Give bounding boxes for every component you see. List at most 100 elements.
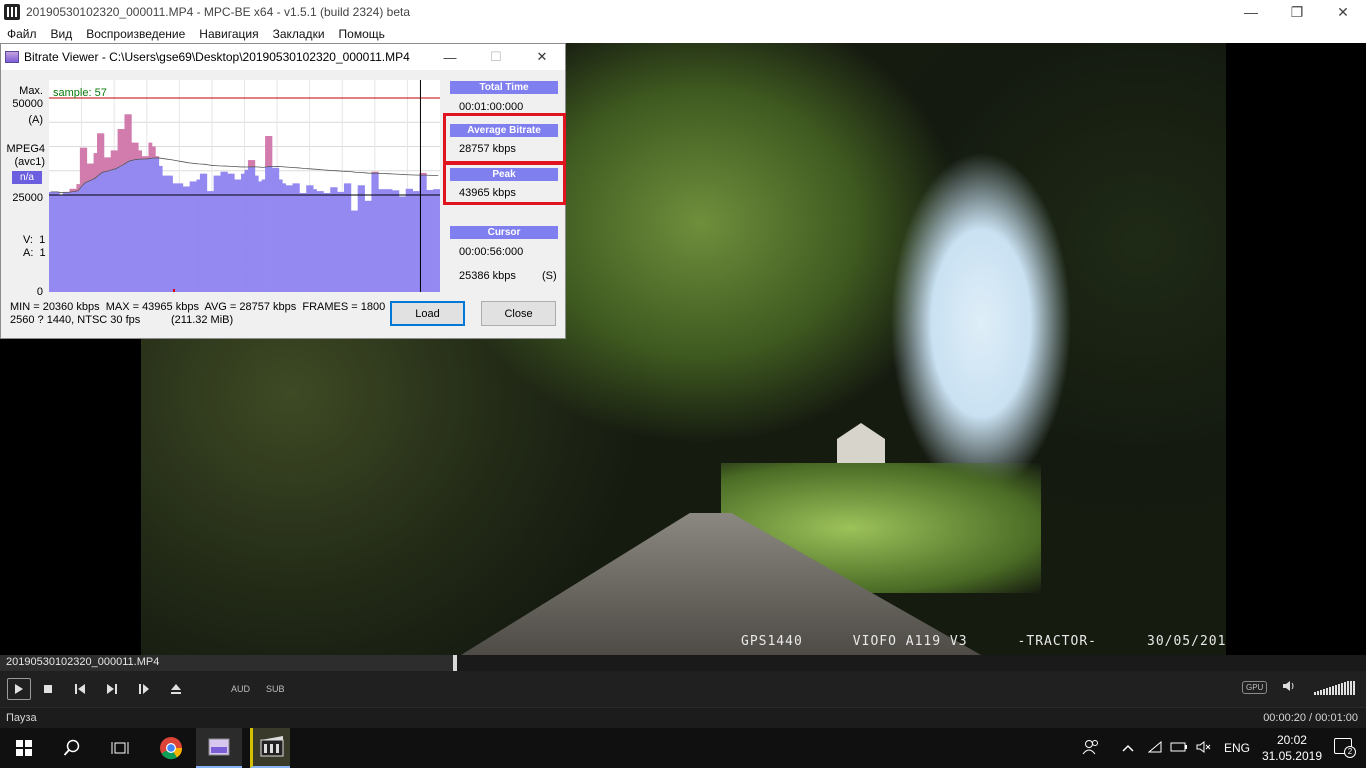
close-button[interactable]: ✕ bbox=[1320, 0, 1366, 24]
status-state: Пауза bbox=[6, 712, 37, 724]
average-bitrate-header: Average Bitrate bbox=[450, 124, 558, 137]
bitrate-bar bbox=[391, 190, 396, 292]
bitrate-bar bbox=[422, 175, 427, 292]
bitrate-bar bbox=[117, 166, 122, 292]
format-line: 2560 ? 1440, NTSC 30 fps bbox=[10, 314, 141, 326]
video-osd-overlay: GPS1440 VIOFO A119 V3 -TRACTOR- 30/05/2019 … bbox=[741, 634, 1226, 649]
task-view-button[interactable] bbox=[96, 728, 144, 768]
bitrate-bar bbox=[337, 191, 341, 292]
language-indicator[interactable]: ENG bbox=[1224, 741, 1250, 755]
menu-playback[interactable]: Воспроизведение bbox=[79, 27, 192, 41]
bitrate-bar bbox=[145, 158, 149, 292]
bitrate-bar bbox=[371, 173, 376, 292]
bitrate-viewer-app-icon bbox=[208, 738, 230, 756]
taskbar-clock[interactable]: 20:02 31.05.2019 bbox=[1262, 732, 1322, 764]
bitrate-bar-peak bbox=[86, 163, 91, 182]
seek-thumb[interactable] bbox=[452, 655, 457, 671]
bitrate-bar-peak bbox=[251, 160, 256, 167]
bv-close-dialog-button[interactable]: Close bbox=[481, 301, 556, 326]
na-badge: n/a bbox=[12, 171, 42, 184]
people-icon[interactable] bbox=[1082, 739, 1100, 758]
bitrate-bar bbox=[367, 200, 372, 292]
file-size: (211.32 MiB) bbox=[171, 314, 234, 326]
bitrate-bar bbox=[381, 189, 386, 292]
clock-date: 31.05.2019 bbox=[1261, 749, 1322, 763]
stop-icon bbox=[44, 685, 52, 693]
bitrate-bar bbox=[134, 159, 139, 292]
bv-minimize-button[interactable]: — bbox=[427, 44, 473, 70]
bv-close-button[interactable]: ✕ bbox=[519, 44, 565, 70]
bitrate-bar bbox=[182, 186, 187, 292]
subtitle-track-button[interactable]: SUB bbox=[266, 684, 285, 694]
taskbar-bitrate-viewer[interactable] bbox=[196, 728, 242, 768]
stop-button[interactable] bbox=[33, 677, 63, 701]
bitrate-bar-peak bbox=[121, 129, 125, 166]
play-button[interactable] bbox=[7, 678, 31, 700]
menu-file[interactable]: Файл bbox=[0, 27, 44, 41]
menu-navigation[interactable]: Навигация bbox=[192, 27, 265, 41]
taskbar-chrome[interactable] bbox=[148, 728, 194, 768]
cursor-header: Cursor bbox=[450, 226, 558, 239]
minimize-button[interactable]: — bbox=[1228, 0, 1274, 24]
bitrate-bar bbox=[189, 181, 194, 292]
main-window-controls: — ❐ ✕ bbox=[1228, 0, 1366, 24]
codec-sub-label: (avc1) bbox=[14, 156, 45, 168]
bitrate-bar bbox=[340, 191, 345, 292]
bitrate-bar bbox=[347, 183, 352, 292]
next-button[interactable] bbox=[97, 677, 127, 701]
taskbar: ENG 20:02 31.05.2019 2 bbox=[0, 728, 1366, 768]
bitrate-bar bbox=[265, 166, 269, 292]
load-button[interactable]: Load bbox=[390, 301, 465, 326]
bitrate-bar bbox=[124, 162, 129, 292]
frame-step-icon bbox=[139, 684, 149, 694]
bitrate-bar bbox=[138, 159, 143, 292]
bitrate-bar-peak bbox=[107, 157, 112, 171]
bitrate-bar bbox=[237, 179, 242, 292]
restore-button[interactable]: ❐ bbox=[1274, 0, 1320, 24]
bitrate-bar bbox=[217, 175, 221, 292]
bitrate-bar bbox=[103, 171, 108, 292]
bitrate-viewer-icon bbox=[5, 51, 19, 63]
sample-label: sample: 57 bbox=[53, 87, 107, 99]
menu-view[interactable]: Вид bbox=[44, 27, 80, 41]
bitrate-bar bbox=[395, 190, 400, 292]
bitrate-chart-svg[interactable]: sample: 57 bbox=[49, 80, 441, 292]
wifi-icon[interactable] bbox=[1147, 740, 1162, 756]
bitrate-bar-peak bbox=[124, 114, 129, 163]
cursor-time-value: 00:00:56:000 bbox=[459, 246, 524, 258]
bitrate-bar-peak bbox=[138, 150, 143, 160]
bitrate-bar bbox=[316, 191, 321, 292]
taskbar-mpc[interactable] bbox=[250, 728, 290, 768]
menu-help[interactable]: Помощь bbox=[332, 27, 392, 41]
seek-bar[interactable]: 20190530102320_000011.MP4 bbox=[0, 655, 1366, 671]
mpc-taskbar-icon bbox=[260, 736, 283, 757]
menu-bookmarks[interactable]: Закладки bbox=[266, 27, 332, 41]
bitrate-bar bbox=[405, 188, 410, 292]
bitrate-bar bbox=[426, 189, 431, 292]
chevron-up-icon[interactable] bbox=[1122, 741, 1134, 755]
cursor-bitrate-value: 25386 kbps bbox=[459, 270, 516, 282]
bitrate-bar bbox=[319, 191, 324, 292]
bv-maximize-button: ☐ bbox=[490, 49, 502, 64]
eject-button[interactable] bbox=[161, 677, 191, 701]
average-bitrate-highlight bbox=[443, 113, 566, 164]
previous-button[interactable] bbox=[65, 677, 95, 701]
audio-track-button[interactable]: AUD bbox=[231, 684, 250, 694]
search-button[interactable] bbox=[48, 728, 96, 768]
start-button[interactable] bbox=[0, 728, 48, 768]
bitrate-bar-peak bbox=[131, 142, 136, 161]
bitrate-bar bbox=[206, 191, 211, 292]
play-icon bbox=[15, 684, 23, 694]
volume-icon[interactable] bbox=[1282, 680, 1296, 695]
bitrate-viewer-window: Bitrate Viewer - C:\Users\gse69\Desktop\… bbox=[0, 43, 566, 339]
speaker-muted-icon[interactable] bbox=[1196, 740, 1212, 756]
gpu-indicator: GPU bbox=[1242, 681, 1268, 694]
codec-label: MPEG4 bbox=[6, 143, 45, 155]
bitrate-bar-peak bbox=[90, 163, 94, 180]
frame-step-button[interactable] bbox=[129, 677, 159, 701]
bitrate-chart[interactable]: sample: 57 bbox=[49, 80, 441, 292]
battery-icon[interactable] bbox=[1170, 741, 1188, 756]
zero-label: 0 bbox=[36, 286, 43, 298]
volume-slider[interactable] bbox=[1314, 681, 1355, 695]
bitrate-bar bbox=[385, 189, 389, 292]
